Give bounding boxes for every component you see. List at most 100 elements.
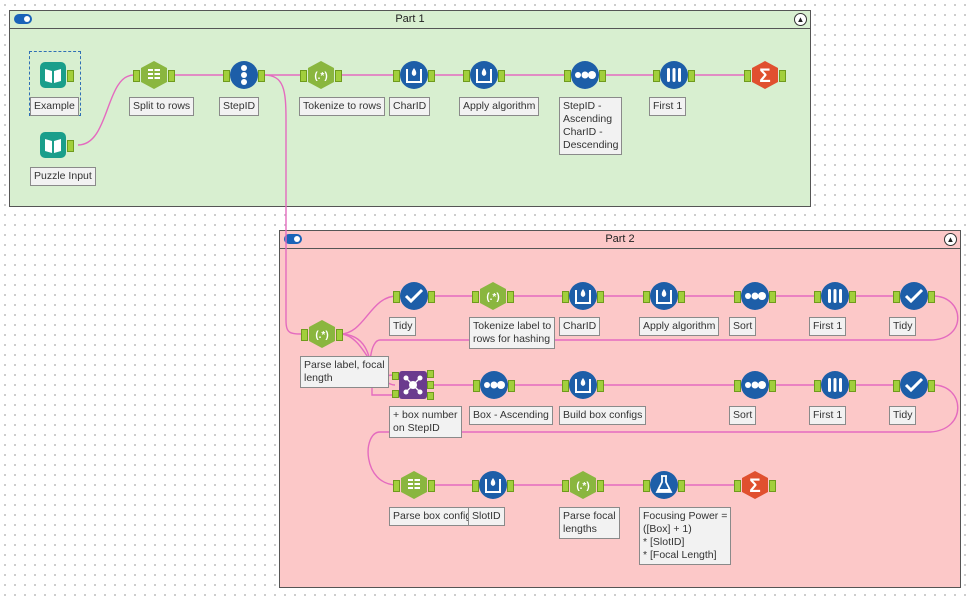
input-anchor[interactable] [734,291,741,303]
tool-tokenize-label[interactable]: (.*) [472,281,514,311]
tool-summarize-1[interactable]: Σ [744,60,786,90]
output-anchor[interactable] [688,70,695,82]
output-anchor[interactable] [678,480,685,492]
input-anchor[interactable] [133,70,140,82]
select-checkmark-icon [900,371,928,399]
output-anchor[interactable] [507,291,514,303]
tool-join-multiple[interactable] [392,370,434,400]
tool-charid-2[interactable] [562,281,604,311]
input-anchor-1[interactable] [392,372,399,380]
tool-parse-box-configs[interactable] [393,470,435,500]
input-anchor[interactable] [472,480,479,492]
tool-apply-algorithm-1[interactable] [463,60,505,90]
input-anchor[interactable] [562,380,569,392]
output-anchor-l[interactable] [427,370,434,378]
tool-label: First 1 [809,317,847,336]
input-anchor[interactable] [734,380,741,392]
output-anchor[interactable] [769,291,776,303]
output-anchor[interactable] [67,140,74,152]
output-anchor[interactable] [599,70,606,82]
input-anchor[interactable] [653,70,660,82]
input-anchor[interactable] [393,70,400,82]
tool-first-2[interactable] [814,281,856,311]
tool-apply-algorithm-2[interactable] [643,281,685,311]
tool-label: Sort [729,317,757,336]
input-anchor[interactable] [564,70,571,82]
tool-first-1[interactable] [653,60,695,90]
tool-charid-1[interactable] [393,60,435,90]
output-anchor[interactable] [928,380,935,392]
sample-icon [660,61,688,89]
output-anchor[interactable] [335,70,342,82]
tool-sort-3[interactable] [734,370,776,400]
input-anchor[interactable] [643,480,650,492]
input-anchor[interactable] [301,329,308,341]
tool-parse-focal-lengths[interactable]: (.*) [562,470,604,500]
join-multiple-icon [399,371,427,399]
output-anchor[interactable] [67,70,74,82]
tool-focusing-power-formula[interactable] [643,470,685,500]
tool-sort-box-ascending[interactable] [473,370,515,400]
output-anchor[interactable] [678,291,685,303]
input-anchor[interactable] [473,380,480,392]
input-anchor[interactable] [814,380,821,392]
output-anchor[interactable] [498,70,505,82]
input-anchor[interactable] [393,291,400,303]
output-anchor-j[interactable] [427,381,434,389]
tool-sort-1[interactable] [564,60,606,90]
output-anchor[interactable] [769,380,776,392]
tool-label: Focusing Power = ([Box] + 1) * [SlotID] … [639,507,732,565]
output-anchor[interactable] [849,380,856,392]
tool-summarize-2[interactable]: Σ [734,470,776,500]
input-anchor[interactable] [893,380,900,392]
input-anchor[interactable] [300,70,307,82]
tool-tidy-2[interactable] [893,281,935,311]
tool-build-box-configs[interactable] [562,370,604,400]
output-anchor[interactable] [336,329,343,341]
tool-sort-2[interactable] [734,281,776,311]
tool-label: Tidy [889,317,917,336]
output-anchor[interactable] [849,291,856,303]
output-anchor[interactable] [597,291,604,303]
tool-parse-label[interactable]: (.*) [301,319,343,349]
output-anchor[interactable] [779,70,786,82]
tool-label: CharID [389,97,431,116]
input-anchor[interactable] [744,70,751,82]
tool-tidy-1[interactable] [393,281,435,311]
tool-example[interactable] [38,60,74,90]
tool-slotid[interactable] [472,470,514,500]
input-anchor[interactable] [393,480,400,492]
input-anchor[interactable] [734,480,741,492]
tool-tidy-3[interactable] [893,370,935,400]
tool-tokenize-to-rows[interactable]: (.*) [300,60,342,90]
input-anchor[interactable] [893,291,900,303]
output-anchor[interactable] [428,291,435,303]
tool-first-3[interactable] [814,370,856,400]
output-anchor-r[interactable] [427,392,434,400]
output-anchor[interactable] [428,480,435,492]
tool-puzzle-input[interactable] [38,130,74,160]
input-anchor[interactable] [223,70,230,82]
tool-split-to-rows[interactable] [133,60,175,90]
output-anchor[interactable] [428,70,435,82]
output-anchor[interactable] [597,380,604,392]
input-anchor[interactable] [562,480,569,492]
output-anchor[interactable] [597,480,604,492]
svg-text:Σ: Σ [759,66,770,87]
tool-stepid[interactable] [223,60,265,90]
input-anchor[interactable] [643,291,650,303]
output-anchor[interactable] [508,380,515,392]
input-anchor[interactable] [463,70,470,82]
output-anchor[interactable] [168,70,175,82]
output-anchor[interactable] [769,480,776,492]
tool-label: Split to rows [129,97,195,116]
sample-icon [821,282,849,310]
input-anchor[interactable] [814,291,821,303]
output-anchor[interactable] [507,480,514,492]
input-anchor[interactable] [472,291,479,303]
regex-icon: (.*) [570,471,596,499]
input-anchor[interactable] [562,291,569,303]
output-anchor[interactable] [928,291,935,303]
output-anchor[interactable] [258,70,265,82]
input-anchor-2[interactable] [392,390,399,398]
